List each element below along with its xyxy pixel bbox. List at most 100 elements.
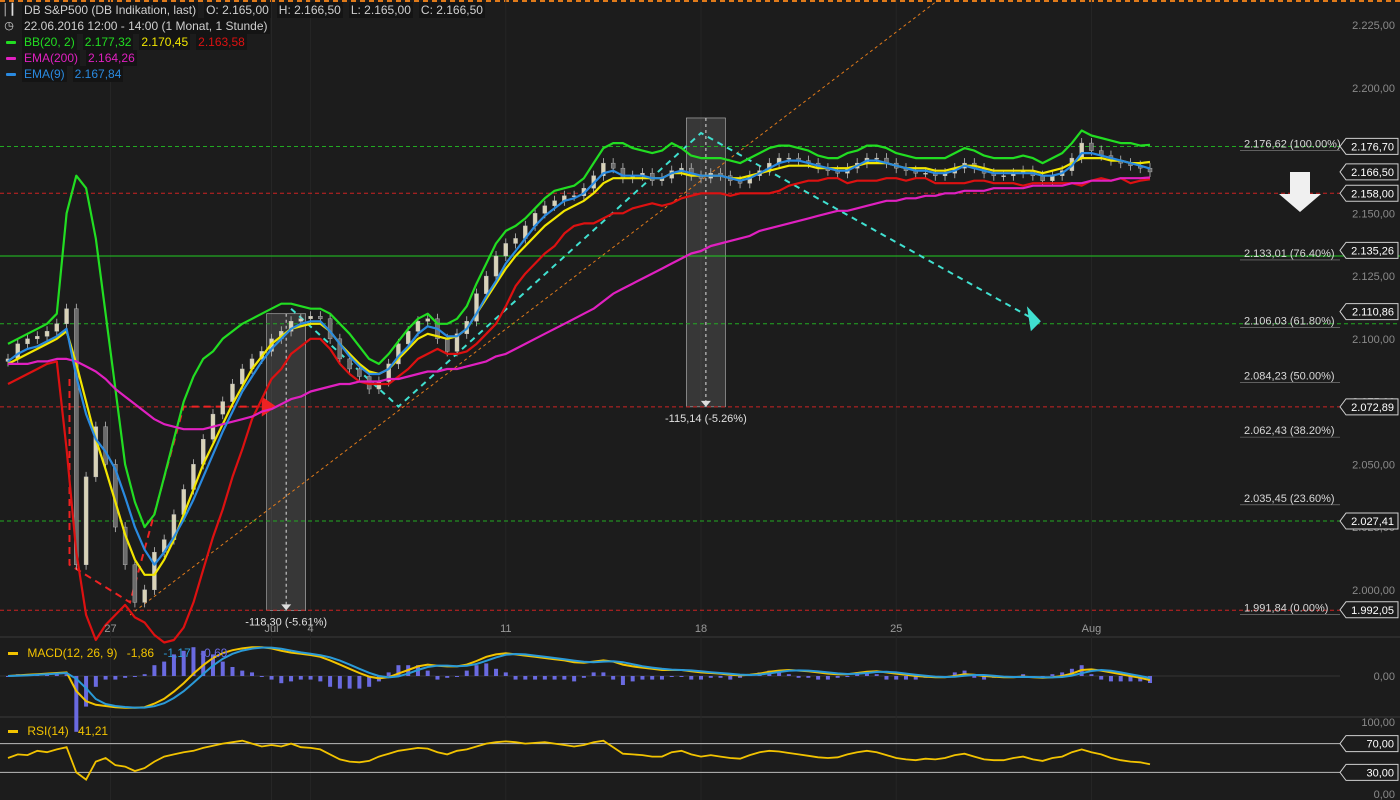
candle-body [1089, 142, 1094, 151]
candle-body [493, 255, 499, 277]
macd-value: -1,86 [126, 646, 155, 660]
macd-histogram-bar [425, 670, 430, 676]
macd-histogram-bar [796, 676, 801, 678]
macd-histogram-bar [347, 676, 352, 689]
macd-histogram-bar [162, 661, 167, 676]
symbol-name: DB S&P500 (DB Indikation, last) [22, 2, 199, 18]
macd-histogram-bar [289, 676, 294, 682]
fibonacci-label: 2.133,01 (76.40%) [1244, 248, 1335, 260]
rsi-axis-label: 100,00 [1361, 717, 1395, 729]
macd-histogram-bar [679, 676, 684, 677]
price-tag-label: 2.158,00 [1351, 188, 1394, 200]
candle-body [54, 323, 60, 332]
macd-histogram-bar [972, 676, 977, 678]
candle-body [405, 331, 411, 345]
price-tag-label: 2.110,86 [1352, 307, 1394, 319]
legend-ema9-row[interactable]: EMA(9) 2.167,84 [2, 66, 485, 82]
macd-histogram-bar [279, 676, 284, 684]
y-axis-tick-label: 2.125,00 [1352, 271, 1395, 283]
candle-body [240, 368, 245, 385]
macd-histogram-bar [542, 676, 547, 680]
macd-histogram-bar [689, 676, 694, 680]
macd-hist-value: -0,69 [200, 646, 228, 660]
macd-signal-value: -1,17 [163, 646, 191, 660]
fibonacci-label: 2.062,43 (38.20%) [1244, 425, 1335, 437]
clock-icon: ◷ [4, 20, 14, 32]
candle-body [1001, 175, 1006, 177]
candle-body [874, 157, 879, 160]
x-axis-tick-label: 25 [890, 623, 902, 635]
macd-histogram-bar [523, 676, 528, 680]
candle-body [308, 316, 313, 319]
x-axis-tick-label: 4 [308, 623, 314, 635]
measure-label: -118,30 (-5.61%) [245, 616, 327, 628]
macd-histogram-bar [328, 676, 333, 687]
macd-histogram-bar [669, 676, 674, 677]
rsi-swatch [8, 730, 18, 734]
macd-histogram-bar [874, 674, 879, 676]
macd-axis-label: 0,00 [1374, 671, 1395, 683]
macd-histogram-bar [93, 676, 98, 687]
candle-body [513, 238, 518, 244]
candle-body [552, 200, 557, 207]
legend-bb-row[interactable]: BB(20, 2) 2.177,32 2.170,45 2.163,58 [2, 34, 485, 50]
macd-histogram-bar [572, 676, 577, 682]
macd-histogram-bar [562, 676, 567, 680]
ema200-label: EMA(200) [22, 50, 81, 66]
candle-body [298, 318, 304, 322]
macd-histogram-bar [445, 676, 450, 678]
x-axis-tick-label: 11 [500, 623, 511, 635]
macd-swatch [8, 652, 18, 656]
price-tag-label: 2.027,41 [1351, 516, 1394, 528]
legend-symbol-row: │┃ DB S&P500 (DB Indikation, last) O: 2.… [2, 2, 485, 18]
ema9-value: 2.167,84 [72, 66, 124, 82]
high-value: H: 2.166,50 [276, 2, 343, 18]
macd-histogram-bar [435, 676, 440, 680]
macd-histogram-bar [484, 663, 489, 676]
macd-histogram-bar [620, 676, 625, 685]
macd-histogram-bar [464, 670, 469, 676]
macd-histogram-bar [152, 665, 157, 676]
rsi-legend[interactable]: RSI(14) 41,21 [8, 724, 114, 738]
macd-histogram-bar [298, 676, 303, 680]
legend-period-row: ◷ 22.06.2016 12:00 - 14:00 (1 Monat, 1 S… [2, 18, 485, 34]
candle-body [83, 476, 89, 565]
rsi-axis-label: 0,00 [1374, 789, 1395, 800]
macd-histogram-bar [123, 676, 128, 678]
candle-body [357, 368, 362, 377]
macd-histogram-bar [259, 676, 264, 677]
bb-lower-value: 2.163,58 [196, 34, 247, 50]
macd-histogram-bar [611, 676, 616, 680]
candle-body [132, 564, 138, 603]
open-value: O: 2.165,00 [204, 2, 271, 18]
macd-histogram-bar [1108, 676, 1113, 682]
legend-ema200-row[interactable]: EMA(200) 2.164,26 [2, 50, 485, 66]
macd-histogram-bar [1050, 674, 1055, 676]
fibonacci-label: 2.035,45 (23.60%) [1244, 493, 1335, 505]
candle-body [230, 383, 235, 402]
macd-histogram-bar [650, 676, 655, 680]
ema200-swatch [6, 56, 16, 60]
macd-histogram-bar [454, 676, 459, 677]
candle-body [610, 162, 616, 169]
candle-body [542, 205, 548, 214]
macd-histogram-bar [533, 676, 538, 680]
chart-canvas[interactable]: 2.225,00 2.200,00 2.150,00 2.125,00 2.100,00… [0, 0, 1400, 800]
macd-histogram-bar [494, 668, 499, 676]
candle-body [923, 172, 928, 175]
macd-histogram-bar [386, 672, 391, 676]
macd-histogram-bar [718, 676, 723, 678]
macd-histogram-bar [630, 676, 635, 682]
x-axis-tick-label: Aug [1082, 623, 1102, 635]
macd-histogram-bar [786, 674, 791, 676]
close-value: C: 2.166,50 [418, 2, 485, 18]
measure-label: -115,14 (-5.26%) [665, 413, 747, 425]
macd-histogram-bar [103, 676, 108, 680]
candle-body [25, 338, 30, 345]
candle-body [35, 336, 40, 340]
y-axis-tick-label: 2.225,00 [1352, 20, 1395, 32]
candle-body [142, 589, 147, 603]
macd-legend[interactable]: MACD(12, 26, 9) -1,86 -1,17 -0,69 [8, 646, 233, 660]
macd-histogram-bar [806, 676, 811, 678]
y-axis-tick-label: 2.150,00 [1352, 208, 1395, 220]
